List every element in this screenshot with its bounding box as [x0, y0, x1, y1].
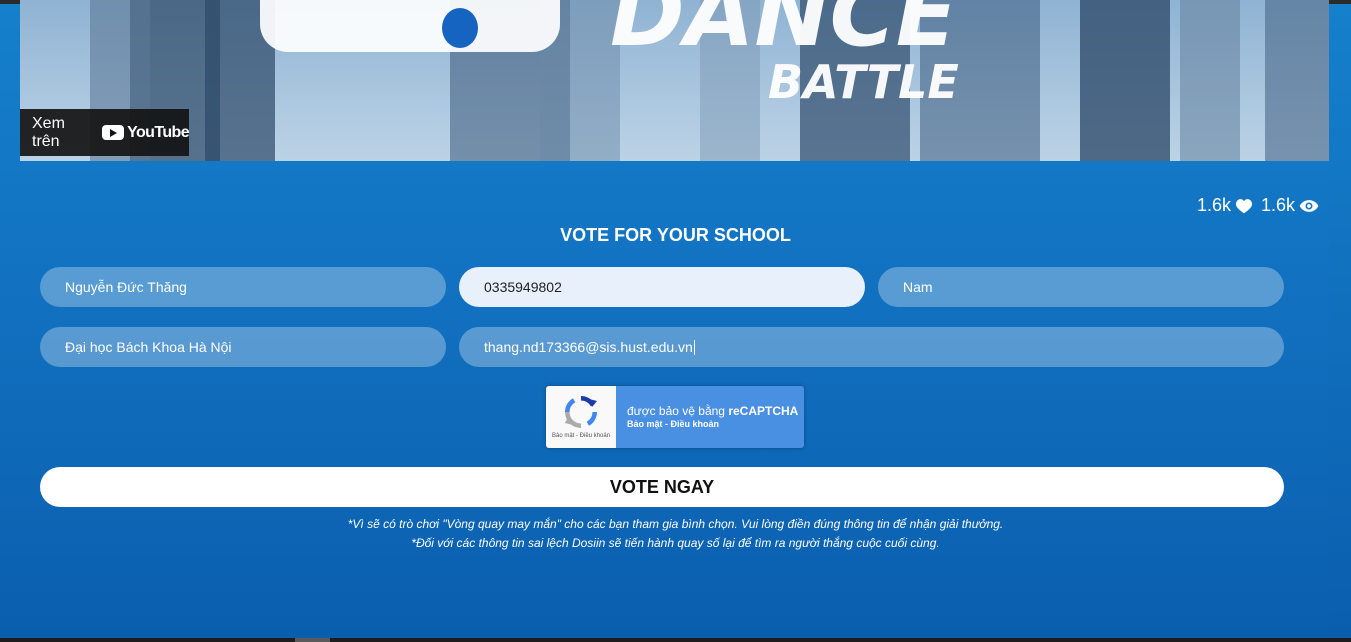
name-value: Nguyễn Đức Thăng — [65, 279, 187, 295]
school-field[interactable]: Đại học Bách Khoa Hà Nội — [40, 327, 446, 367]
gender-select[interactable]: Nam — [878, 267, 1284, 307]
phone-field[interactable]: 0335949802 — [459, 267, 865, 307]
recaptcha-privacy-terms-links[interactable]: Bảo mật - Điều khoản — [627, 419, 719, 429]
eye-icon — [1299, 199, 1319, 212]
gender-value: Nam — [903, 279, 933, 295]
views-stat: 1.6k — [1261, 195, 1319, 216]
video-embed[interactable]: DANCE BATTLE Xem trên YouTube — [20, 0, 1329, 161]
recaptcha-logo-box: Bảo mật - Điều khoản — [546, 386, 616, 448]
phone-value: 0335949802 — [484, 279, 562, 295]
youtube-play-icon — [102, 125, 125, 140]
name-field[interactable]: Nguyễn Đức Thăng — [40, 267, 446, 307]
email-field[interactable]: thang.nd173366@sis.hust.edu.vn — [459, 327, 1284, 367]
horizontal-scrollbar-thumb[interactable] — [295, 638, 330, 642]
prize-note: *Vì sẽ có trò chơi "Vòng quay may mắn" c… — [347, 517, 1004, 531]
recaptcha-widget[interactable]: Bảo mật - Điều khoản được bảo vệ bằng re… — [546, 386, 804, 448]
recaptcha-protected-prefix: được bảo vệ bằng — [627, 404, 729, 418]
school-value: Đại học Bách Khoa Hà Nội — [65, 339, 232, 355]
youtube-wordmark: YouTube — [127, 123, 189, 141]
recaptcha-icon — [565, 396, 597, 428]
youtube-logo: YouTube — [102, 123, 190, 142]
heart-icon — [1235, 198, 1253, 213]
email-value: thang.nd173366@sis.hust.edu.vn — [484, 339, 693, 355]
video-thumbnail: DANCE BATTLE — [90, 0, 1329, 161]
vote-form-title: VOTE FOR YOUR SCHOOL — [560, 225, 791, 245]
likes-count: 1.6k — [1196, 195, 1231, 215]
watch-on-label: Xem trên — [32, 114, 65, 150]
stats-bar: 1.6k 1.6k — [1197, 195, 1319, 216]
banner-word: BATTLE — [768, 55, 959, 109]
views-count: 1.6k — [1260, 195, 1295, 215]
watch-on-youtube-button[interactable]: Xem trên YouTube — [20, 109, 190, 156]
recaptcha-mini-links: Bảo mật - Điều khoản — [551, 433, 611, 439]
likes-stat[interactable]: 1.6k — [1197, 195, 1253, 216]
recaptcha-brand: reCAPTCHA — [728, 404, 799, 418]
browser-bottom-strip — [0, 638, 1351, 642]
recaptcha-protected-text: được bảo vệ bằng reCAPTCHA — [627, 404, 798, 418]
text-caret — [693, 339, 695, 355]
redraw-note: *Đối với các thông tin sai lệch Dosiin s… — [411, 536, 940, 550]
vote-now-button[interactable]: VOTE NGAY — [40, 467, 1284, 507]
